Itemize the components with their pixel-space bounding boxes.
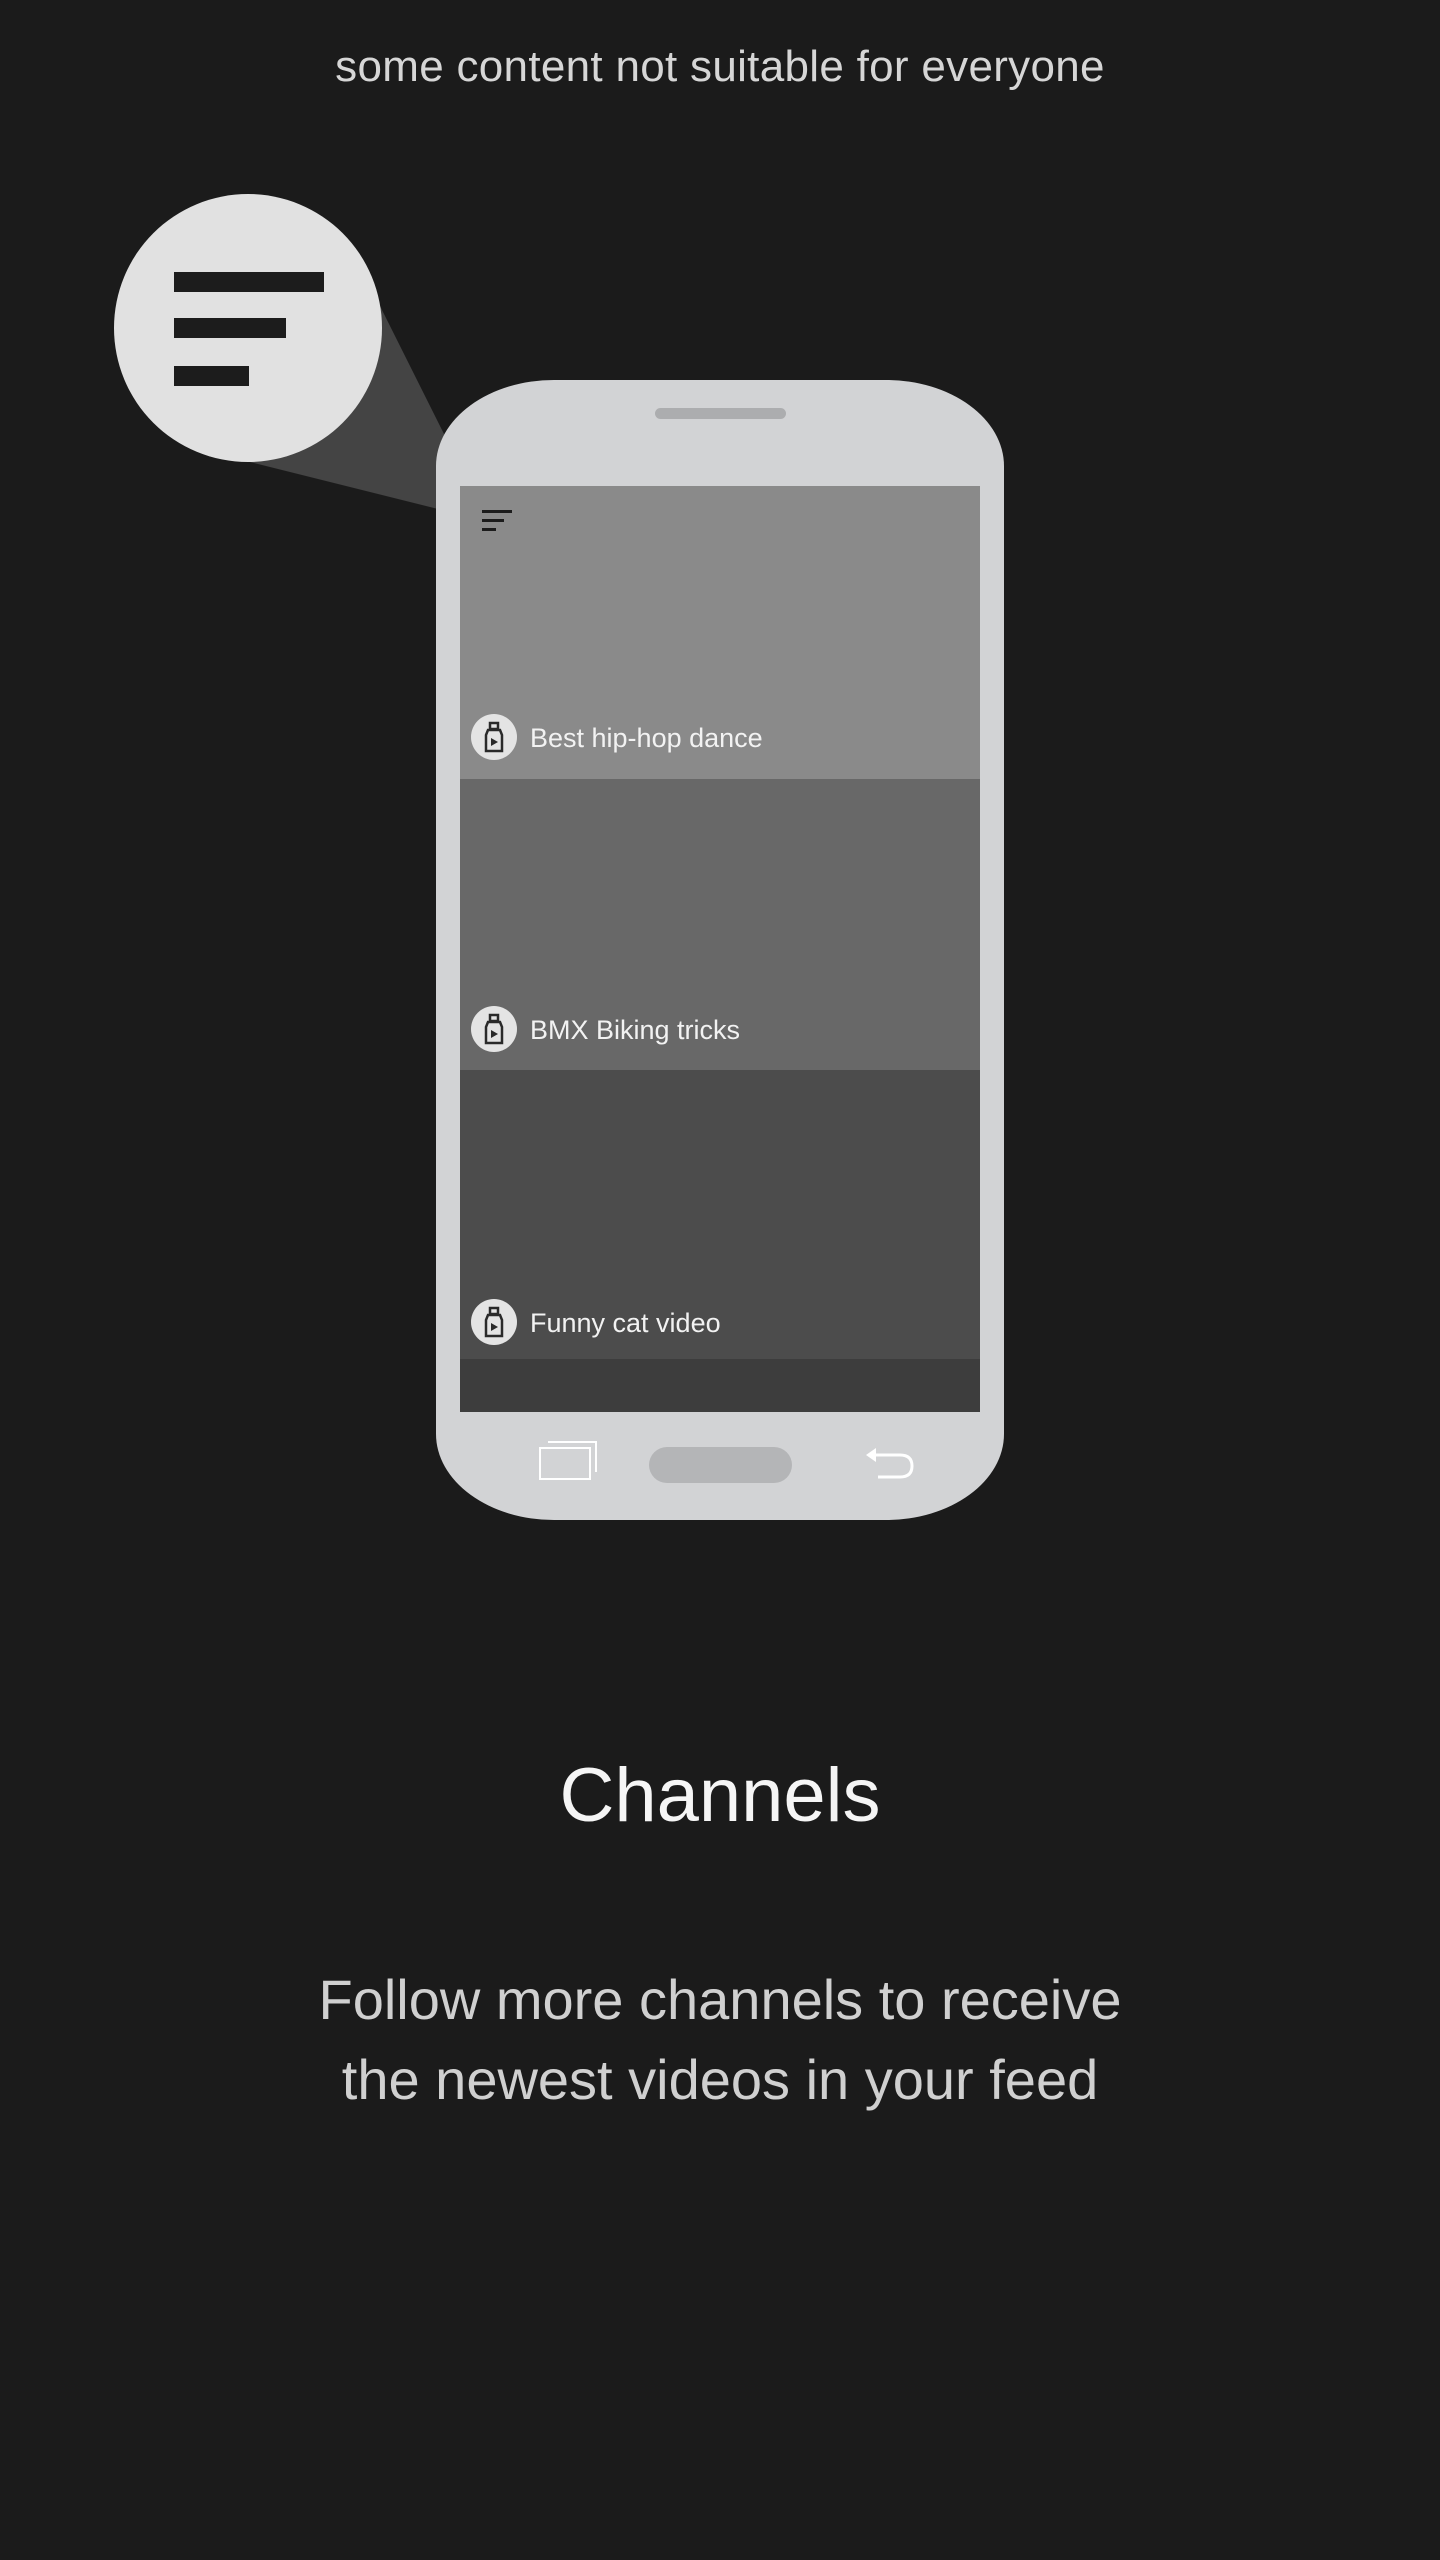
menu-icon[interactable] <box>480 506 516 536</box>
back-arrow-icon[interactable] <box>864 1442 920 1482</box>
bottle-icon <box>471 1299 517 1345</box>
top-caption: some content not suitable for everyone <box>335 42 1105 91</box>
description-line: Follow more channels to receive <box>318 1968 1122 2031</box>
phone-screen: Best hip-hop dance BMX Biking tricks Fun… <box>460 486 980 1412</box>
channel-card[interactable]: Funny cat video <box>460 1070 980 1359</box>
channel-card[interactable] <box>460 1359 980 1412</box>
home-button[interactable] <box>649 1447 792 1483</box>
page-title: Channels <box>559 1753 881 1838</box>
channel-title: Funny cat video <box>530 1308 721 1338</box>
bottle-icon <box>471 1006 517 1052</box>
description-line: the newest videos in your feed <box>341 2048 1099 2111</box>
description-text: Follow more channels to receive the newe… <box>0 1960 1440 2120</box>
phone-speaker <box>655 408 786 419</box>
channel-title: Best hip-hop dance <box>530 723 763 753</box>
channel-title: BMX Biking tricks <box>530 1015 741 1045</box>
zoom-bubble <box>114 194 382 462</box>
channel-card[interactable]: Best hip-hop dance <box>460 486 980 779</box>
channel-card[interactable]: BMX Biking tricks <box>460 779 980 1070</box>
phone-mockup: Best hip-hop dance BMX Biking tricks Fun… <box>436 380 1004 1520</box>
recent-apps-icon[interactable] <box>538 1438 602 1482</box>
bottle-icon <box>471 714 517 760</box>
